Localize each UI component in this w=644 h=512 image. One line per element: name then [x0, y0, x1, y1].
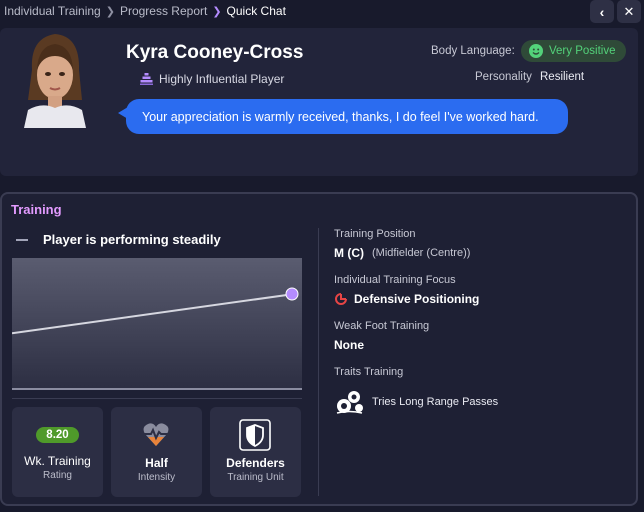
intensity-value: Half	[145, 456, 168, 470]
training-unit-value: Defenders	[226, 456, 285, 470]
heart-icon	[143, 423, 169, 446]
weak-foot-label: Weak Foot Training	[334, 320, 430, 332]
trend-point	[285, 287, 299, 301]
chevron-left-icon: ‹	[599, 3, 605, 20]
training-trend-chart	[12, 258, 302, 390]
body-language-badge: Very Positive	[521, 40, 626, 62]
traits-label: Traits Training	[334, 366, 404, 378]
intensity-card: Half Intensity	[111, 407, 202, 497]
body-language-label: Body Language:	[431, 45, 515, 57]
player-status: Highly Influential Player	[140, 72, 284, 86]
breadcrumb: Individual Training ❯ Progress Report ❯ …	[4, 4, 286, 18]
rating-badge: 8.20	[36, 427, 79, 443]
weekly-training-label: Wk. Training	[24, 454, 91, 468]
focus-icon	[335, 293, 347, 305]
weekly-training-sub: Rating	[43, 470, 72, 481]
player-photo	[24, 30, 86, 128]
weak-foot-value: None	[334, 338, 364, 352]
breadcrumb-item-progress-report[interactable]: Progress Report	[120, 4, 207, 18]
chart-divider	[12, 398, 302, 399]
training-position-value: M (C) (Midfielder (Centre))	[334, 246, 470, 260]
training-title: Training	[11, 202, 62, 217]
focus-value-text: Defensive Positioning	[354, 292, 480, 306]
steady-trend-icon	[16, 238, 28, 241]
player-name: Kyra Cooney-Cross	[126, 42, 304, 63]
smile-icon	[529, 44, 543, 58]
long-pass-icon	[336, 391, 363, 414]
training-unit-card: Defenders Training Unit	[210, 407, 301, 497]
close-button[interactable]: ✕	[617, 0, 641, 23]
chevron-right-icon: ❯	[105, 5, 115, 18]
player-status-label: Highly Influential Player	[159, 72, 285, 86]
position-code: M (C)	[334, 246, 364, 260]
training-trend-text: Player is performing steadily	[43, 232, 221, 247]
shield-icon	[239, 419, 271, 451]
back-button[interactable]: ‹	[590, 0, 614, 23]
chart-background	[12, 258, 302, 390]
body-language-value: Very Positive	[549, 45, 616, 57]
trait-value: Tries Long Range Passes	[372, 396, 499, 408]
training-panel: Training Player is performing steadily 8…	[0, 192, 638, 506]
personality-value: Resilient	[540, 71, 585, 83]
position-detail: (Midfielder (Centre))	[372, 247, 471, 259]
personality-label: Personality	[475, 71, 532, 83]
training-position-label: Training Position	[334, 228, 416, 240]
training-trend: Player is performing steadily	[16, 232, 221, 247]
training-unit-label: Training Unit	[227, 472, 284, 483]
trait-item: Tries Long Range Passes	[334, 388, 498, 416]
breadcrumb-item-individual-training[interactable]: Individual Training	[4, 4, 101, 18]
breadcrumb-item-quick-chat: Quick Chat	[226, 4, 286, 18]
training-focus-label: Individual Training Focus	[334, 274, 456, 286]
weekly-training-rating-card: 8.20 Wk. Training Rating	[12, 407, 103, 497]
training-focus-value: Defensive Positioning	[334, 292, 479, 306]
top-bar: Individual Training ❯ Progress Report ❯ …	[0, 0, 644, 24]
influence-icon	[140, 73, 153, 85]
intensity-label: Intensity	[137, 472, 176, 483]
chevron-right-icon: ❯	[212, 5, 222, 18]
chat-message-text: Your appreciation is warmly received, th…	[142, 109, 539, 124]
chat-message-bubble: Your appreciation is warmly received, th…	[126, 99, 568, 134]
close-icon: ✕	[623, 3, 635, 19]
player-header: Kyra Cooney-Cross Highly Influential Pla…	[0, 28, 638, 176]
chart-baseline	[12, 388, 302, 390]
panel-divider	[318, 228, 319, 496]
